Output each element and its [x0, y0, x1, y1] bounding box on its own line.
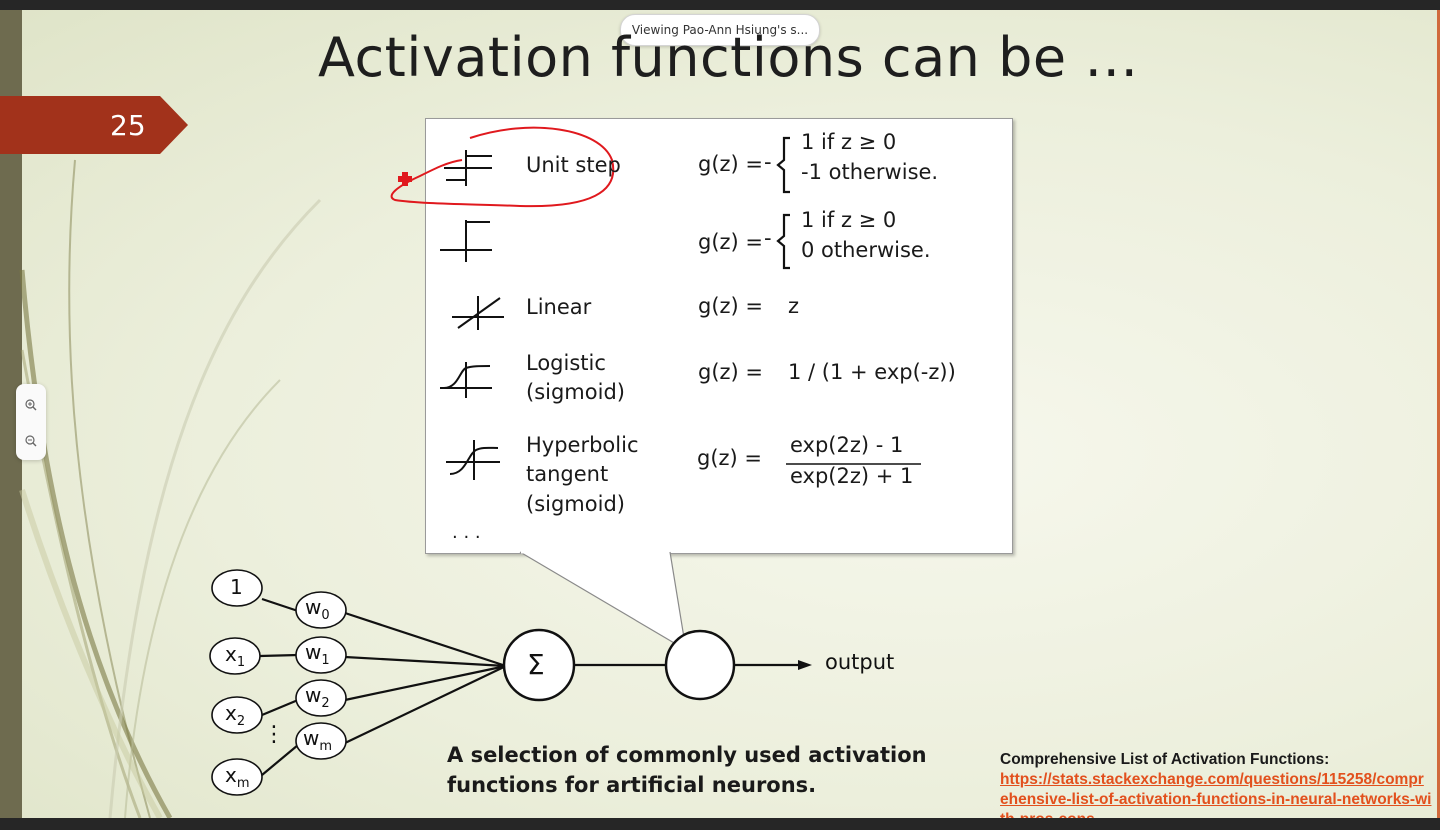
logistic-icon: [440, 362, 492, 398]
brace-connector-unit: -: [764, 150, 772, 174]
input-x1-label: x1: [225, 642, 245, 670]
window-bottom-bar: [0, 818, 1440, 830]
formula-lhs-binary-step: g(z) =: [698, 230, 764, 254]
weight-w2-sub: 2: [321, 696, 330, 711]
input-x2-sub: 2: [236, 714, 246, 729]
more-functions-ellipsis: . . .: [452, 522, 481, 543]
weight-wm-sub: m: [319, 739, 333, 754]
formula-rhs-linear: z: [788, 294, 800, 318]
brace-binary-step: [776, 213, 790, 270]
formula-lhs-tanh: g(z) =: [697, 446, 763, 470]
input-xm-sub: m: [236, 776, 250, 791]
caption-line-1: A selection of commonly used activation: [447, 743, 927, 767]
input-bias-label: 1: [230, 575, 243, 599]
binary-step-icon: [440, 220, 492, 262]
formula-lhs-logistic: g(z) =: [698, 360, 764, 384]
brace-connector-binary: -: [764, 226, 772, 250]
weight-w0-sub: 0: [321, 608, 330, 623]
tanh-icon: [446, 440, 500, 480]
formula-case2-binary-step: 0 otherwise.: [801, 238, 931, 262]
formula-numerator-tanh: exp(2z) - 1: [790, 433, 904, 457]
weight-w0-text: w: [305, 595, 322, 619]
figure-caption: A selection of commonly used activation …: [447, 740, 927, 800]
formula-lhs-linear: g(z) =: [698, 294, 764, 318]
weight-w2-label: w2: [305, 683, 330, 711]
formula-lhs-unit-step: g(z) =: [698, 152, 764, 176]
reference-link[interactable]: https://stats.stackexchange.com/question…: [1000, 770, 1432, 818]
sigma-symbol: Σ: [527, 648, 545, 681]
formula-case2-unit-step: -1 otherwise.: [801, 160, 939, 184]
formula-rhs-logistic: 1 / (1 + exp(-z)): [788, 360, 956, 384]
reference-title: Comprehensive List of Activation Functio…: [1000, 751, 1330, 768]
fn-name-tanh-2: tangent: [526, 462, 609, 486]
fn-name-tanh: Hyperbolic: [526, 433, 639, 457]
input-x2-text: x: [225, 701, 237, 725]
weight-wm-label: wm: [303, 726, 332, 754]
weight-w1-label: w1: [305, 640, 330, 668]
input-x1-text: x: [225, 642, 237, 666]
weight-wm-text: w: [303, 726, 320, 750]
input-xm-text: x: [225, 763, 237, 787]
window-top-bar: [0, 0, 1440, 10]
unit-step-icon: [444, 150, 492, 186]
neuron-figure: [209, 126, 921, 796]
input-x1-sub: 1: [236, 655, 246, 670]
weight-w1-text: w: [305, 640, 322, 664]
fn-name-tanh-3: (sigmoid): [526, 492, 625, 516]
formula-denominator-tanh: exp(2z) + 1: [790, 464, 914, 488]
formula-case1-binary-step: 1 if z ≥ 0: [801, 208, 897, 232]
input-xm-label: xm: [225, 763, 250, 791]
red-pointer-cursor: [398, 172, 412, 186]
linear-icon: [452, 296, 504, 330]
weight-w0-label: w0: [305, 595, 330, 623]
vertical-ellipsis: ⋮: [263, 722, 285, 747]
input-x2-label: x2: [225, 701, 245, 729]
output-label: output: [825, 650, 895, 674]
caption-line-2: functions for artificial neurons.: [447, 773, 817, 797]
reference-block: Comprehensive List of Activation Functio…: [1000, 750, 1432, 818]
fn-name-unit-step: Unit step: [526, 153, 621, 177]
fn-name-linear: Linear: [526, 295, 592, 319]
formula-case1-unit-step: 1 if z ≥ 0: [801, 130, 897, 154]
activation-node: [664, 629, 736, 701]
fn-name-logistic-2: (sigmoid): [526, 380, 625, 404]
weight-w2-text: w: [305, 683, 322, 707]
weight-w1-sub: 1: [321, 653, 330, 668]
slide: Viewing Pao-Ann Hsiung's s... Activation…: [0, 10, 1440, 818]
brace-unit-step: [776, 136, 790, 194]
fn-name-logistic: Logistic: [526, 351, 606, 375]
